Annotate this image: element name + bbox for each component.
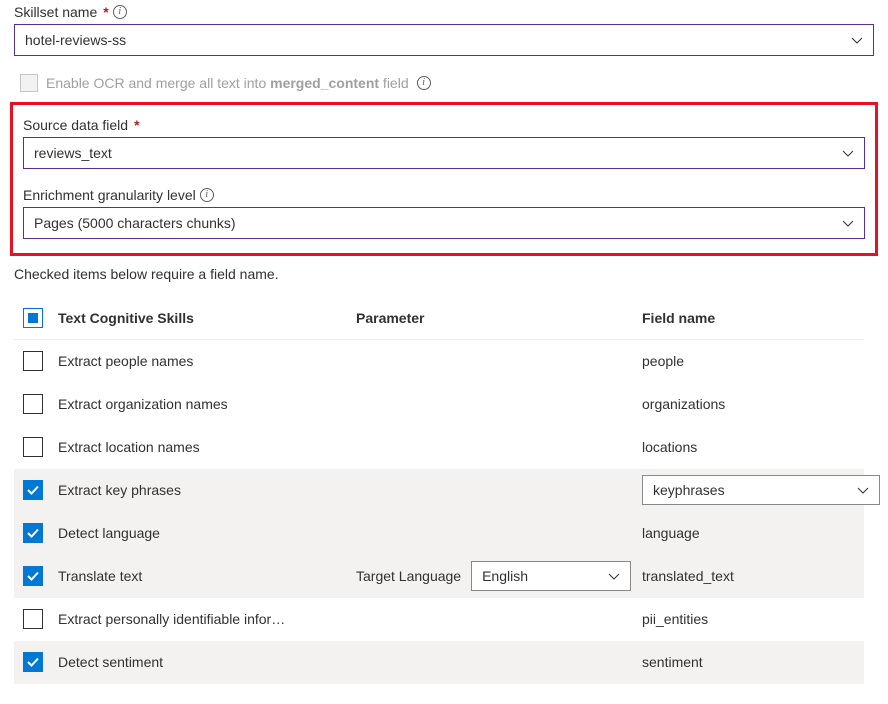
skillset-name-value: hotel-reviews-ss (25, 32, 126, 48)
skill-name: Extract key phrases (58, 469, 350, 511)
parameter-cell (356, 358, 636, 364)
field-name-value: people (642, 353, 684, 369)
granularity-label-text: Enrichment granularity level (23, 187, 196, 203)
chevron-down-icon (842, 147, 854, 159)
parameter-cell (356, 659, 636, 665)
field-name-value: translated_text (642, 568, 734, 584)
checkbox-disabled (20, 74, 38, 92)
field-name-value: keyphrases (653, 482, 725, 498)
table-row: Extract key phrases keyphrases (14, 469, 864, 512)
parameter-dropdown[interactable]: English (471, 561, 631, 591)
parameter-cell (356, 616, 636, 622)
row-checkbox[interactable] (23, 394, 43, 414)
required-asterisk: * (134, 117, 139, 133)
table-row: Detect sentiment sentiment (14, 641, 864, 684)
table-header: Text Cognitive Skills Parameter Field na… (14, 296, 864, 340)
parameter-cell (356, 530, 636, 536)
skill-name: Extract personally identifiable infor… (58, 598, 350, 640)
field-name-cell: organizations (642, 393, 864, 415)
field-name-value: organizations (642, 396, 725, 412)
parameter-cell: Target Language English (356, 558, 636, 594)
skill-name: Translate text (58, 555, 350, 597)
granularity-label: Enrichment granularity level i (23, 187, 865, 203)
col-header-fieldname: Field name (642, 307, 864, 329)
field-name-value: language (642, 525, 700, 541)
field-name-cell: pii_entities (642, 608, 864, 630)
row-checkbox[interactable] (23, 566, 43, 586)
chevron-down-icon (608, 570, 620, 582)
field-name-cell: people (642, 350, 864, 372)
field-name-value: locations (642, 439, 697, 455)
skillset-name-label-text: Skillset name (14, 4, 97, 20)
parameter-cell (356, 401, 636, 407)
chevron-down-icon (851, 34, 863, 46)
row-checkbox[interactable] (23, 437, 43, 457)
table-row: Extract organization names organizations (14, 383, 864, 426)
field-name-value: sentiment (642, 654, 703, 670)
row-checkbox[interactable] (23, 351, 43, 371)
info-icon[interactable]: i (113, 5, 127, 19)
skill-name: Detect language (58, 512, 350, 554)
info-icon[interactable]: i (200, 188, 214, 202)
row-checkbox[interactable] (23, 480, 43, 500)
row-checkbox[interactable] (23, 652, 43, 672)
enable-ocr-row: Enable OCR and merge all text into merge… (20, 74, 874, 92)
chevron-down-icon (842, 217, 854, 229)
col-header-parameter: Parameter (356, 307, 636, 329)
skill-name: Extract location names (58, 426, 350, 468)
parameter-cell (356, 487, 636, 493)
field-name-dropdown[interactable]: keyphrases (642, 475, 880, 505)
table-body: Extract people names people Extract organi… (14, 340, 864, 684)
skill-name: Detect sentiment (58, 641, 350, 683)
parameter-dropdown-value: English (482, 568, 528, 584)
field-name-cell: locations (642, 436, 864, 458)
col-header-skills: Text Cognitive Skills (58, 307, 350, 329)
required-asterisk: * (103, 4, 108, 20)
skill-name: Extract organization names (58, 383, 350, 425)
table-row: Extract personally identifiable infor… pi… (14, 598, 864, 641)
field-name-cell: translated_text (642, 565, 864, 587)
skills-table: Text Cognitive Skills Parameter Field na… (14, 296, 864, 684)
select-all-checkbox[interactable] (23, 308, 43, 328)
chevron-down-icon (857, 484, 869, 496)
source-field-label-text: Source data field (23, 117, 128, 133)
row-checkbox[interactable] (23, 523, 43, 543)
row-checkbox[interactable] (23, 609, 43, 629)
enable-ocr-label: Enable OCR and merge all text into merge… (46, 75, 409, 91)
source-field-label: Source data field * (23, 117, 865, 133)
granularity-dropdown[interactable]: Pages (5000 characters chunks) (23, 207, 865, 239)
parameter-cell (356, 444, 636, 450)
skillset-name-label: Skillset name * i (14, 4, 874, 20)
field-name-cell: language (642, 522, 864, 544)
granularity-value: Pages (5000 characters chunks) (34, 215, 236, 231)
parameter-label: Target Language (356, 568, 461, 584)
skill-name: Extract people names (58, 340, 350, 382)
info-icon[interactable]: i (417, 76, 431, 90)
skillset-name-dropdown[interactable]: hotel-reviews-ss (14, 24, 874, 56)
field-name-value: pii_entities (642, 611, 708, 627)
source-field-dropdown[interactable]: reviews_text (23, 137, 865, 169)
highlighted-region: Source data field * reviews_text Enrichm… (10, 102, 878, 256)
source-field-value: reviews_text (34, 145, 112, 161)
table-row: Extract location names locations (14, 426, 864, 469)
table-row: Translate text Target Language English tran… (14, 555, 864, 598)
table-row: Extract people names people (14, 340, 864, 383)
table-row: Detect language language (14, 512, 864, 555)
field-name-cell: keyphrases (642, 472, 880, 508)
field-name-cell: sentiment (642, 651, 864, 673)
checked-items-note: Checked items below require a field name… (14, 266, 874, 282)
